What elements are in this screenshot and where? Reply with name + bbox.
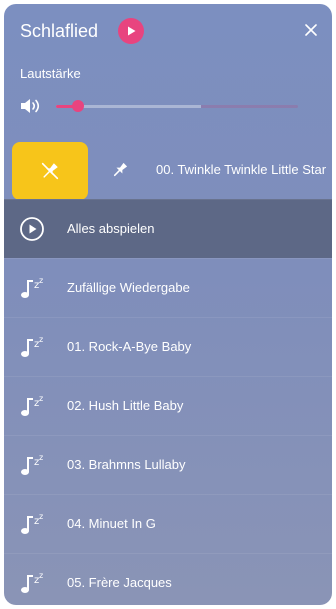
close-icon (305, 24, 317, 36)
song-row[interactable]: z z 05. Frère Jacques (4, 553, 332, 605)
pin-icon (113, 162, 128, 177)
sleep-music-icon: z z (21, 276, 43, 298)
volume-slider-thumb[interactable] (71, 100, 84, 112)
page-title: Schlaflied (20, 21, 99, 41)
unpin-icon (41, 162, 59, 180)
list-item-label: 01. Rock-A-Bye Baby (67, 339, 192, 354)
unpin-button[interactable] (12, 142, 88, 200)
play-button[interactable] (118, 18, 144, 44)
list-item-label: 04. Minuet In G (67, 516, 156, 531)
list-item-label: Alles abspielen (67, 221, 155, 236)
sleep-music-icon: z z (21, 453, 43, 475)
sleep-music-icon: z z (21, 394, 43, 416)
sleep-music-icon: z z (21, 512, 43, 534)
play-all-row[interactable]: Alles abspielen (4, 199, 332, 258)
sleep-song-panel: Schlaflied Lautstärke 00. Twinkle Twinkl… (4, 4, 332, 605)
svg-text:z: z (39, 394, 43, 403)
list-item-label: 05. Frère Jacques (67, 575, 172, 590)
list-item-label: 02. Hush Little Baby (67, 398, 184, 413)
list-item-label: Zufällige Wiedergabe (67, 280, 190, 295)
sleep-music-icon: z z (21, 571, 43, 593)
svg-text:z: z (39, 571, 43, 580)
shuffle-row[interactable]: z z Zufällige Wiedergabe (4, 258, 332, 317)
volume-slider-track (56, 105, 298, 108)
play-circle-icon (20, 217, 44, 241)
pinned-song-row[interactable]: 00. Twinkle Twinkle Little Star (4, 140, 332, 204)
speaker-icon (21, 99, 40, 113)
svg-text:z: z (39, 512, 43, 521)
song-row[interactable]: z z 02. Hush Little Baby (4, 376, 332, 435)
header: Schlaflied (4, 4, 332, 60)
volume-label: Lautstärke (20, 66, 81, 81)
volume-slider[interactable] (56, 96, 298, 116)
song-row[interactable]: z z 01. Rock-A-Bye Baby (4, 317, 332, 376)
song-row[interactable]: z z 04. Minuet In G (4, 494, 332, 553)
close-button[interactable] (300, 19, 322, 41)
svg-text:z: z (39, 276, 43, 285)
list-item-label: 03. Brahmns Lullaby (67, 457, 186, 472)
play-icon (128, 26, 136, 36)
svg-text:z: z (39, 453, 43, 462)
song-list: Alles abspielen z z Zufällige Wiedergabe… (4, 199, 332, 605)
svg-text:z: z (39, 335, 43, 344)
sleep-music-icon: z z (21, 335, 43, 357)
song-row[interactable]: z z 03. Brahmns Lullaby (4, 435, 332, 494)
pinned-song-label: 00. Twinkle Twinkle Little Star (156, 162, 327, 177)
